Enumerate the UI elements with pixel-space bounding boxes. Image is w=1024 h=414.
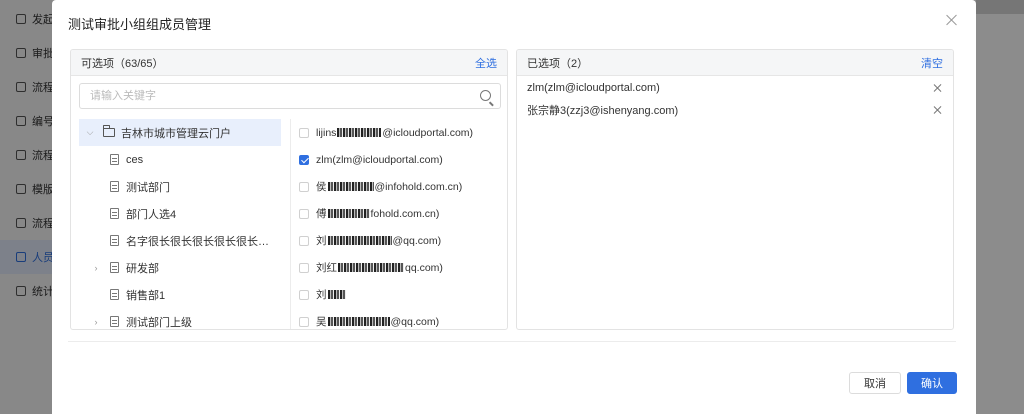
tree-node-label: 测试部门 bbox=[126, 181, 170, 194]
member-item[interactable]: zlm(zlm@icloudportal.com) bbox=[299, 146, 503, 173]
member-list: lijins @icloudportal.com) zlm(zlm@icloud… bbox=[299, 119, 503, 329]
file-icon bbox=[110, 316, 119, 327]
folder-open-icon bbox=[103, 125, 115, 137]
redacted-text bbox=[337, 128, 382, 137]
select-all-button[interactable]: 全选 bbox=[475, 55, 497, 71]
redacted-text bbox=[327, 317, 390, 326]
member-item[interactable]: lijins @icloudportal.com) bbox=[299, 119, 503, 146]
redacted-text bbox=[327, 236, 392, 245]
remove-icon[interactable] bbox=[933, 105, 943, 115]
member-item[interactable]: 刘 @qq.com) bbox=[299, 227, 503, 254]
available-panel-header: 可选项（63/65） 全选 bbox=[71, 50, 507, 76]
tree-node-label: 研发部 bbox=[126, 262, 159, 275]
search-icon[interactable] bbox=[480, 90, 491, 101]
department-tree: ⌵ 吉林市城市管理云门户 ces 测试部门 部门人选4 名字很长很长很长很长很长… bbox=[79, 119, 291, 329]
dialog-title: 测试审批小组组成员管理 bbox=[68, 17, 212, 32]
file-icon bbox=[110, 262, 119, 273]
file-icon bbox=[110, 235, 119, 246]
search-input[interactable] bbox=[80, 84, 470, 108]
tree-node[interactable]: 部门人选4 bbox=[79, 200, 290, 227]
tree-node[interactable]: › 研发部 bbox=[79, 254, 290, 281]
file-icon bbox=[110, 181, 119, 192]
selected-list: zlm(zlm@icloudportal.com) 张宗静3(zzj3@ishe… bbox=[517, 76, 953, 121]
redacted-text bbox=[327, 182, 374, 191]
confirm-button[interactable]: 确认 bbox=[907, 372, 957, 394]
tree-node-label: ces bbox=[126, 153, 144, 166]
tree-node[interactable]: 销售部1 bbox=[79, 281, 290, 308]
selected-item-label: zlm(zlm@icloudportal.com) bbox=[527, 82, 660, 94]
tree-node-label: 吉林市城市管理云门户 bbox=[121, 127, 231, 140]
member-checkbox[interactable] bbox=[299, 289, 309, 300]
member-checkbox[interactable] bbox=[299, 127, 309, 138]
member-item[interactable]: 刘红 qq.com) bbox=[299, 254, 503, 281]
selected-item: 张宗静3(zzj3@ishenyang.com) bbox=[517, 99, 953, 121]
redacted-text bbox=[338, 263, 404, 272]
tree-node[interactable]: ces bbox=[79, 146, 290, 173]
selected-panel-header: 已选项（2） 清空 bbox=[517, 50, 953, 76]
tree-node-root[interactable]: ⌵ 吉林市城市管理云门户 bbox=[79, 119, 281, 146]
member-checkbox[interactable] bbox=[299, 262, 309, 273]
redacted-text bbox=[327, 290, 346, 299]
file-icon bbox=[110, 289, 119, 300]
member-checkbox[interactable] bbox=[299, 235, 309, 246]
search-box bbox=[79, 83, 501, 109]
tree-node[interactable]: 名字很长很长很长很长很长很长… bbox=[79, 227, 290, 254]
member-item[interactable]: 侯 @infohold.com.cn) bbox=[299, 173, 503, 200]
close-icon[interactable] bbox=[942, 10, 962, 30]
tree-node-label: 部门人选4 bbox=[126, 208, 177, 221]
redacted-text bbox=[327, 209, 370, 218]
member-management-dialog: 测试审批小组组成员管理 可选项（63/65） 全选 ⌵ 吉林市城市管理云门户 bbox=[52, 0, 976, 414]
member-checkbox[interactable] bbox=[299, 316, 309, 327]
cancel-button[interactable]: 取消 bbox=[849, 372, 901, 394]
available-count-label: 可选项（63/65） bbox=[81, 57, 164, 70]
member-item[interactable]: 傅 fohold.com.cn) bbox=[299, 200, 503, 227]
clear-button[interactable]: 清空 bbox=[921, 55, 943, 71]
member-checkbox[interactable] bbox=[299, 181, 309, 192]
chevron-right-icon[interactable]: › bbox=[89, 263, 103, 273]
selected-panel: 已选项（2） 清空 zlm(zlm@icloudportal.com) 张宗静3… bbox=[516, 49, 954, 330]
remove-icon[interactable] bbox=[933, 83, 943, 93]
chevron-down-icon[interactable]: ⌵ bbox=[83, 127, 97, 138]
tree-node-label: 测试部门上级 bbox=[126, 316, 192, 329]
selected-item-label: 张宗静3(zzj3@ishenyang.com) bbox=[527, 105, 679, 117]
tree-node-label: 名字很长很长很长很长很长很长… bbox=[126, 235, 276, 248]
selected-count-label: 已选项（2） bbox=[527, 57, 589, 70]
chevron-right-icon[interactable]: › bbox=[89, 317, 103, 327]
member-item[interactable]: 吴 @qq.com) bbox=[299, 308, 503, 329]
file-icon bbox=[110, 154, 119, 165]
available-panel: 可选项（63/65） 全选 ⌵ 吉林市城市管理云门户 ces bbox=[70, 49, 508, 330]
tree-node[interactable]: 测试部门 bbox=[79, 173, 290, 200]
member-checkbox[interactable] bbox=[299, 208, 309, 219]
selected-item: zlm(zlm@icloudportal.com) bbox=[517, 77, 953, 99]
tree-node[interactable]: › 测试部门上级 bbox=[79, 308, 290, 329]
transfer-panels: 可选项（63/65） 全选 ⌵ 吉林市城市管理云门户 ces bbox=[68, 47, 956, 342]
member-item[interactable]: 刘 bbox=[299, 281, 503, 308]
file-icon bbox=[110, 208, 119, 219]
tree-node-label: 销售部1 bbox=[126, 289, 166, 302]
member-checkbox[interactable] bbox=[299, 154, 309, 165]
